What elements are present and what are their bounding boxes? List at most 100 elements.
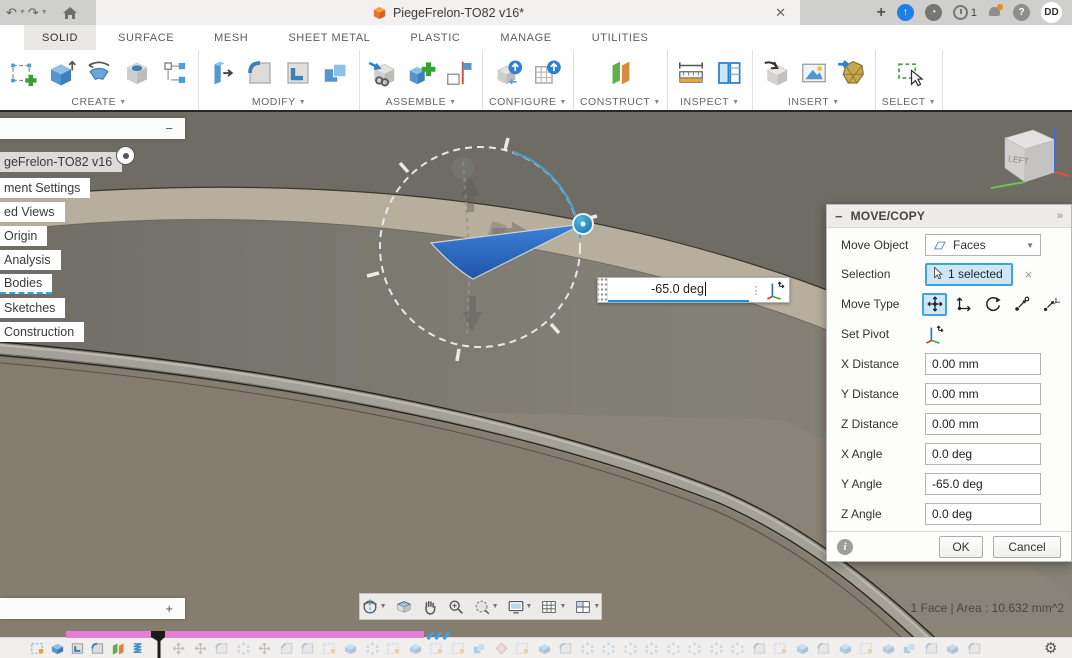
timeline-feature-extrude-pending[interactable] xyxy=(537,641,552,656)
model-canvas[interactable]: -65.0 deg ⋮ LEFT − geFrelon-TO82 v16 men… xyxy=(0,112,1072,658)
timeline-settings-gear-icon[interactable]: ⚙ xyxy=(1044,639,1057,657)
timeline-feature-extrude[interactable] xyxy=(50,641,65,656)
toolbar-group-label[interactable]: CREATE▼ xyxy=(71,94,126,110)
timeline-feature-fillet[interactable] xyxy=(90,641,105,656)
timeline-feature-sketch-pending[interactable] xyxy=(515,641,530,656)
view-cube[interactable]: LEFT xyxy=(985,120,1071,204)
dialog-header[interactable]: − MOVE/COPY » xyxy=(827,205,1071,228)
browser-item-sketches[interactable]: Sketches xyxy=(0,298,65,318)
joint-tool-button[interactable] xyxy=(442,54,476,92)
configure-tool-button[interactable] xyxy=(492,54,526,92)
combine-tool-button[interactable] xyxy=(319,54,353,92)
extrude-tool-button[interactable] xyxy=(44,54,78,92)
ribbon-tab-utilities[interactable]: UTILITIES xyxy=(574,25,667,50)
set-pivot-button[interactable] xyxy=(925,324,945,344)
undo-dropdown-icon[interactable]: ▼ xyxy=(19,9,26,16)
timeline-feature-dots-pending[interactable] xyxy=(623,641,638,656)
toolbar-group-label[interactable]: SELECT▼ xyxy=(882,94,936,110)
user-avatar[interactable]: DD xyxy=(1041,2,1062,23)
timeline-feature-erase-pending[interactable] xyxy=(494,641,509,656)
move-type-rotate-button[interactable] xyxy=(980,293,1005,316)
timeline-feature-coil[interactable] xyxy=(130,641,145,656)
timeline-feature-sketch-pending[interactable] xyxy=(859,641,874,656)
toolbar-group-label[interactable]: INSERT▼ xyxy=(788,94,840,110)
timeline-feature-move-pending[interactable] xyxy=(171,641,186,656)
toolbar-group-label[interactable]: INSPECT▼ xyxy=(680,94,739,110)
timeline-feature-sketch-pending[interactable] xyxy=(322,641,337,656)
x-distance-input[interactable] xyxy=(925,353,1041,375)
fit-nav-button[interactable]: ▼ xyxy=(470,594,502,619)
timeline-feature-dots-pending[interactable] xyxy=(687,641,702,656)
timeline-feature-move-pending[interactable] xyxy=(193,641,208,656)
browser-collapse-icon[interactable]: − xyxy=(165,121,173,136)
angle-input[interactable]: -65.0 deg xyxy=(608,278,749,302)
timeline-feature-extrude-pending[interactable] xyxy=(838,641,853,656)
timeline-feature-sketch-pending[interactable] xyxy=(429,641,444,656)
timeline-feature-planes[interactable] xyxy=(110,641,125,656)
lookat-nav-button[interactable] xyxy=(392,594,416,619)
timeline-feature-extrude-pending[interactable] xyxy=(945,641,960,656)
timeline-feature-chamfer-pending[interactable] xyxy=(279,641,294,656)
ribbon-tab-mesh[interactable]: MESH xyxy=(196,25,266,50)
toolbar-group-label[interactable]: MODIFY▼ xyxy=(252,94,306,110)
notifications-bell-icon[interactable] xyxy=(988,5,1002,20)
ribbon-tab-manage[interactable]: MANAGE xyxy=(482,25,569,50)
browser-item-origin[interactable]: Origin xyxy=(0,226,47,246)
timeline-feature-dots-pending[interactable] xyxy=(666,641,681,656)
timeline-feature-sketch-pending[interactable] xyxy=(386,641,401,656)
section-tool-button[interactable] xyxy=(712,54,746,92)
zoom-nav-button[interactable] xyxy=(444,594,468,619)
move-object-dropdown[interactable]: Faces ▼ xyxy=(925,234,1041,256)
move-type-point-to-position-button[interactable] xyxy=(1038,293,1063,316)
measure-tool-button[interactable] xyxy=(674,54,708,92)
timeline-feature-shell[interactable] xyxy=(70,641,85,656)
timeline-feature-dots-pending[interactable] xyxy=(236,641,251,656)
hole-tool-button[interactable] xyxy=(120,54,154,92)
timeline-feature-extrude-pending[interactable] xyxy=(343,641,358,656)
timeline-feature-combine-pending[interactable] xyxy=(472,641,487,656)
timeline-feature-fillet-pending[interactable] xyxy=(967,641,982,656)
timeline-feature-fillet-pending[interactable] xyxy=(300,641,315,656)
z-angle-input[interactable] xyxy=(925,503,1041,525)
pan-nav-button[interactable] xyxy=(418,594,442,619)
browser-expand-icon[interactable]: + xyxy=(165,601,173,616)
component-activate-radio[interactable] xyxy=(116,146,135,165)
y-angle-input[interactable] xyxy=(925,473,1041,495)
timeline-group-bar[interactable] xyxy=(66,631,424,638)
timeline-feature-sketch-pending[interactable] xyxy=(451,641,466,656)
toolbar-group-label[interactable]: ASSEMBLE▼ xyxy=(385,94,456,110)
timeline-feature-dots-pending[interactable] xyxy=(730,641,745,656)
dialog-collapse-icon[interactable]: − xyxy=(835,209,843,224)
upload-sync-icon[interactable]: ↑ xyxy=(897,4,914,21)
timeline-feature-fillet-pending[interactable] xyxy=(214,641,229,656)
browser-item-ment-settings[interactable]: ment Settings xyxy=(0,178,90,198)
toolbar-group-label[interactable]: CONSTRUCT▼ xyxy=(580,94,661,110)
browser-collapse-bar[interactable]: − xyxy=(0,118,185,139)
timeline-playhead[interactable] xyxy=(150,631,168,658)
pattern-tool-button[interactable] xyxy=(158,54,192,92)
timeline-feature-fillet-pending[interactable] xyxy=(816,641,831,656)
timeline-feature-sketch-pending[interactable] xyxy=(773,641,788,656)
browser-item-analysis[interactable]: Analysis xyxy=(0,250,61,270)
ribbon-tab-surface[interactable]: SURFACE xyxy=(100,25,192,50)
timeline-feature-combine-pending[interactable] xyxy=(902,641,917,656)
timeline-feature-move-pending[interactable] xyxy=(257,641,272,656)
browser-item-construction[interactable]: Construction xyxy=(0,322,84,342)
z-distance-input[interactable] xyxy=(925,413,1041,435)
timeline-feature-dots-pending[interactable] xyxy=(580,641,595,656)
set-pivot-icon[interactable] xyxy=(763,278,789,302)
sketch-tool-button[interactable] xyxy=(6,54,40,92)
selectbox-tool-button[interactable] xyxy=(892,54,926,92)
redo-button[interactable]: ↷ xyxy=(28,0,39,25)
info-icon[interactable]: i xyxy=(837,539,853,555)
cancel-button[interactable]: Cancel xyxy=(993,536,1061,558)
browser-item-bodies[interactable]: Bodies xyxy=(0,274,52,294)
meshins-tool-button[interactable] xyxy=(835,54,869,92)
timeline-feature-dots-pending[interactable] xyxy=(365,641,380,656)
new-tab-button[interactable]: + xyxy=(877,4,886,22)
toolbar-group-label[interactable]: CONFIGURE▼ xyxy=(489,94,567,110)
dialog-overflow-icon[interactable]: » xyxy=(1057,210,1063,222)
selection-chip[interactable]: 1 selected xyxy=(925,263,1013,286)
planes-tool-button[interactable] xyxy=(603,54,637,92)
timeline-feature-fillet-pending[interactable] xyxy=(924,641,939,656)
